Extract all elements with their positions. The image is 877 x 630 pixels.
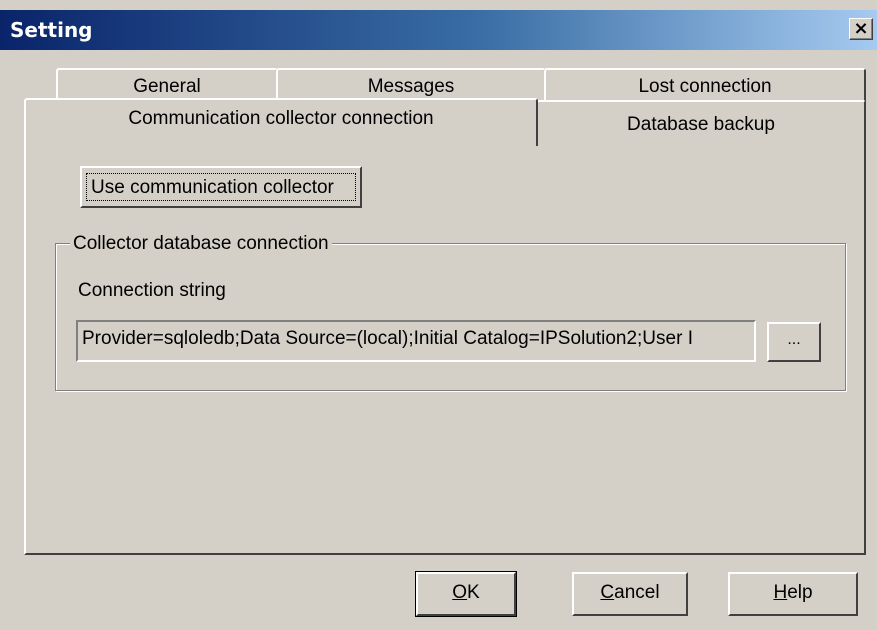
group-title: Collector database connection — [70, 233, 332, 255]
tab-communication-collector-connection[interactable]: Communication collector connection — [24, 98, 538, 146]
window-title: Setting — [10, 18, 93, 42]
use-collector-label: Use communication collector — [86, 173, 356, 201]
browse-button[interactable]: ... — [767, 322, 821, 362]
help-button[interactable]: Help — [728, 572, 858, 616]
use-communication-collector-button[interactable]: Use communication collector — [80, 166, 362, 208]
tab-label: Lost connection — [638, 76, 772, 97]
tab-label: Messages — [367, 76, 455, 97]
connection-string-label: Connection string — [78, 280, 226, 301]
tab-label: Database backup — [627, 114, 775, 135]
cancel-button[interactable]: Cancel — [572, 572, 688, 616]
ok-label-rest: K — [467, 582, 480, 603]
close-button[interactable]: × — [849, 18, 873, 40]
tab-database-backup[interactable]: Database backup — [536, 100, 866, 144]
title-bar[interactable]: Setting × — [0, 10, 877, 50]
close-icon: × — [853, 18, 869, 39]
ok-mnemonic: O — [452, 582, 468, 603]
cancel-label-rest: ancel — [614, 582, 660, 603]
tab-label: General — [133, 76, 201, 97]
help-mnemonic: H — [773, 582, 788, 603]
connection-string-field[interactable]: Provider=sqloledb;Data Source=(local);In… — [76, 320, 756, 362]
collector-database-connection-group — [55, 243, 846, 391]
settings-dialog: Setting × General Messages Lost connecti… — [0, 0, 877, 630]
tab-label: Communication collector connection — [128, 108, 434, 129]
cancel-mnemonic: C — [600, 582, 615, 603]
ok-button[interactable]: OK — [415, 571, 517, 617]
help-label-rest: elp — [787, 582, 813, 603]
